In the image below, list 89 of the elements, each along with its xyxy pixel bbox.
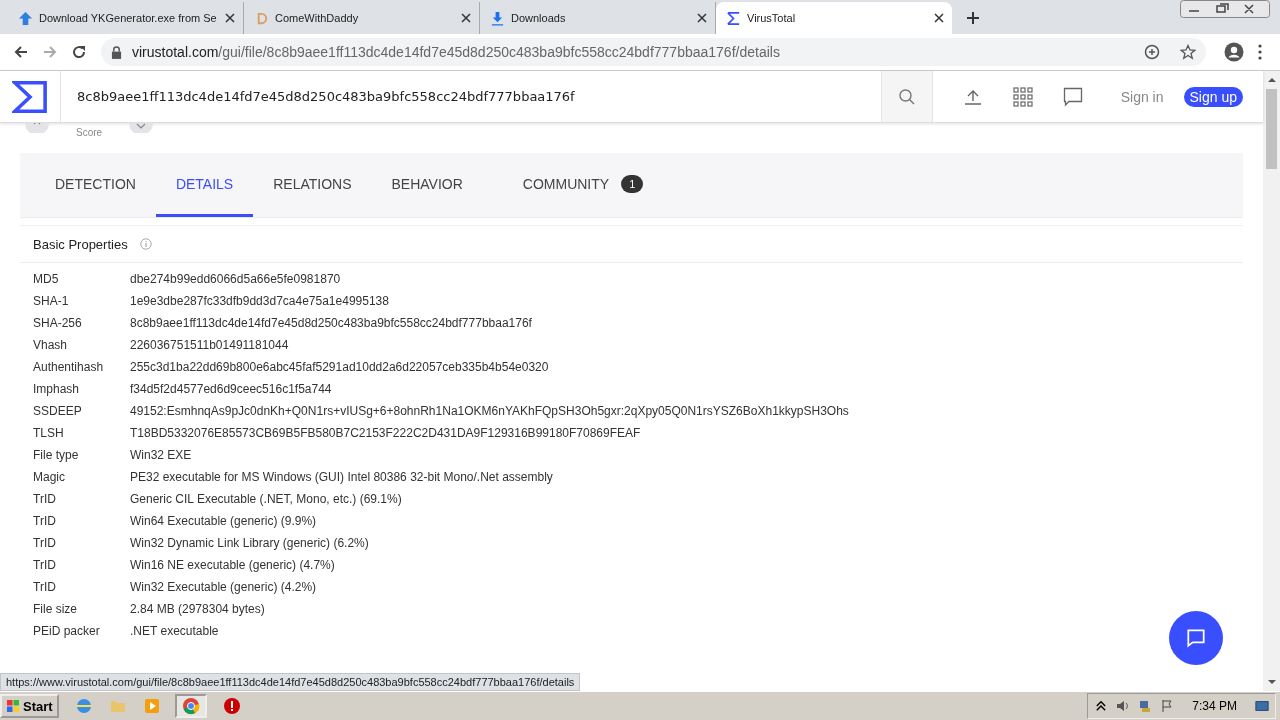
start-button[interactable]: Start	[0, 694, 59, 718]
add-circle-icon[interactable]	[1144, 44, 1160, 60]
property-name: PEiD packer	[33, 624, 101, 638]
globe-icon[interactable]	[74, 697, 93, 715]
stop-sign-icon[interactable]	[222, 697, 241, 715]
speaker-icon[interactable]	[1116, 699, 1131, 713]
chrome-icon[interactable]	[181, 697, 200, 715]
property-name: File size	[33, 602, 78, 616]
search-icon[interactable]	[897, 87, 916, 106]
property-name: TrID	[33, 536, 57, 550]
scroll-up-icon[interactable]	[1266, 77, 1277, 83]
section-tab[interactable]: BEHAVIOR	[371, 153, 483, 217]
property-value: Win32 Dynamic Link Library (generic) (6.2%)	[130, 536, 369, 550]
section-tab[interactable]: DETAILS	[155, 153, 254, 217]
count-badge: 1	[621, 174, 644, 193]
property-name: Vhash	[33, 338, 69, 352]
flag-icon[interactable]	[1160, 699, 1175, 713]
property-name: TLSH	[33, 426, 65, 440]
sigma-logo-icon	[726, 10, 741, 26]
menu-icon[interactable]	[1258, 44, 1262, 60]
chat-icon[interactable]	[1185, 627, 1207, 649]
score-label: Score	[76, 127, 103, 138]
property-name: SSDEEP	[33, 404, 83, 418]
property-value: dbe274b99edd6066d5a66e5fe0981870	[130, 272, 341, 286]
scrollbar[interactable]	[1263, 71, 1280, 691]
property-name: Authentihash	[33, 360, 105, 374]
property-name: Imphash	[33, 382, 81, 396]
scroll-thumb[interactable]	[1266, 89, 1277, 169]
lock-icon	[111, 45, 122, 59]
property-name: TrID	[33, 580, 57, 594]
chrome-taskbar-button[interactable]	[174, 694, 207, 718]
new-tab-icon[interactable]	[966, 11, 980, 25]
tab-title: VirusTotal	[747, 12, 797, 24]
star-icon[interactable]	[1180, 44, 1196, 60]
sign-in-link[interactable]: Sign in	[1120, 88, 1164, 105]
property-value: PE32 executable for MS Windows (GUI) Intel 80386 32-bit Mono/.Net assembly	[130, 470, 553, 484]
property-name: TrID	[33, 492, 57, 506]
status-url: https://www.virustotal.com/gui/file/8c8b9aee1ff113dc4de14fd7e45d8d250c483ba9bfc558cc24bdf777bbaa176f/details	[0, 673, 581, 691]
section-tab[interactable]: RELATIONS	[253, 153, 372, 217]
property-value: Generic CIL Executable (.NET, Mono, etc.) (69.1%)	[130, 492, 402, 506]
tab-title: ComeWithDaddy	[275, 12, 360, 24]
property-name: File type	[33, 448, 80, 462]
property-value: 1e9e3dbe287fc33dfb9dd3d7ca4e75a1e4995138	[130, 294, 389, 308]
section-title: Basic Properties	[33, 236, 128, 252]
browser-tab[interactable]: Download YKGenerator.exe from Se	[8, 2, 244, 34]
property-name: Magic	[33, 470, 66, 484]
browser-tab[interactable]: ComeWithDaddy	[244, 2, 480, 34]
network-icon[interactable]	[1138, 699, 1153, 713]
back-icon[interactable]	[13, 44, 29, 60]
chevron-icon[interactable]	[129, 123, 154, 133]
profile-icon[interactable]	[1224, 42, 1244, 62]
property-name: TrID	[33, 558, 57, 572]
property-value: Win32 EXE	[130, 448, 192, 462]
property-value: 49152:EsmhnqAs9pJc0dnKh+Q0N1rs+vIUSg+6+8ohnRh1Na1OKM6nYAKhFQpSH3Oh5gxr:2qXpy05Q0N1rsYSZ6BoXh1kkypSH3Ohs	[130, 404, 849, 418]
property-value: Win64 Executable (generic) (9.9%)	[130, 514, 317, 528]
clock: 7:34 PM	[1192, 699, 1237, 713]
property-value: T18BD5332076E85573CB69B5FB580B7C2153F222C2D431DA9F129316B99180F70869FEAF	[130, 426, 641, 440]
property-value: f34d5f2d4577ed6d9ceec516c1f5a744	[130, 382, 332, 396]
property-name: SHA-256	[33, 316, 83, 330]
section-tab[interactable]: COMMUNITY 1	[502, 153, 664, 217]
browser-tab[interactable]: VirusTotal	[716, 2, 952, 34]
property-name: MD5	[33, 272, 60, 286]
window-controls[interactable]	[1180, 0, 1270, 18]
address-bar[interactable]: virustotal.com/gui/file/8c8b9aee1ff113dc4de14fd7e45d8d250c483ba9bfc558cc24bdf777bbaa176f/details	[101, 38, 1206, 66]
property-value: .NET executable	[130, 624, 219, 638]
tab-title: Download YKGenerator.exe from Se	[39, 12, 218, 24]
grid-icon[interactable]	[1012, 86, 1033, 107]
property-value: Win32 Executable (generic) (4.2%)	[130, 580, 317, 594]
scroll-down-icon[interactable]	[1266, 679, 1277, 685]
sigma-logo-icon[interactable]	[12, 80, 48, 113]
tab-title: Downloads	[511, 12, 567, 24]
chat-button[interactable]	[1169, 611, 1223, 665]
property-value: 2.84 MB (2978304 bytes)	[130, 602, 265, 616]
property-value: 8c8b9aee1ff113dc4de14fd7e45d8d250c483ba9bfc558cc24bdf777bbaa176f	[130, 316, 532, 330]
windows-logo-icon[interactable]	[6, 699, 20, 713]
sign-up-button[interactable]: Sign up	[1183, 86, 1243, 107]
property-value: 226036751511b01491181044	[130, 338, 289, 352]
chevron-up-icon[interactable]	[1094, 699, 1109, 713]
property-name: TrID	[33, 514, 57, 528]
show-desktop-icon[interactable]	[1255, 699, 1269, 713]
property-value: Win16 NE executable (generic) (4.7%)	[130, 558, 335, 572]
property-name: SHA-1	[33, 294, 70, 308]
section-tab[interactable]: DETECTION	[35, 153, 156, 217]
up-arrow-icon	[18, 10, 33, 26]
download-icon	[490, 10, 505, 26]
reload-icon[interactable]	[71, 44, 87, 60]
search-field[interactable]: 8c8b9aee1ff113dc4de14fd7e45d8d250c483ba9bfc558cc24bdf777bbaa176f	[61, 89, 881, 104]
chat-icon[interactable]	[1062, 86, 1083, 107]
property-value: 255c3d1ba22dd69b800e6abc45faf5291ad10dd2a6d22057ceb335b4b54e0320	[130, 360, 549, 374]
